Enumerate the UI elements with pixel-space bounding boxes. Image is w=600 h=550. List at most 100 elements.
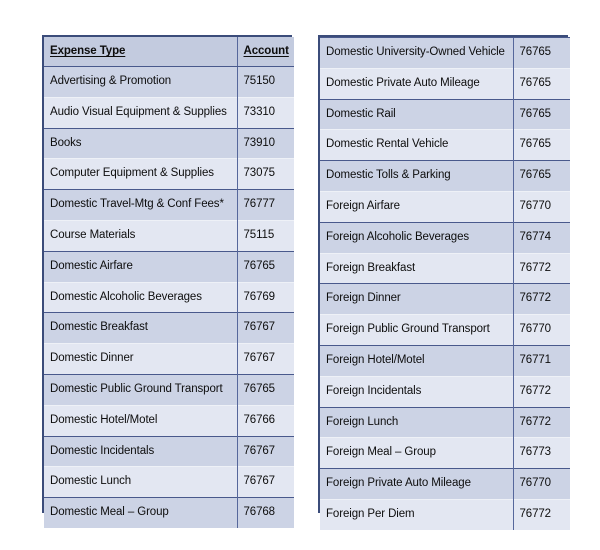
cell-account: 76770 xyxy=(512,190,570,223)
cell-expense-type: Domestic Meal – Group xyxy=(44,497,237,528)
cell-expense-type: Domestic Alcoholic Beverages xyxy=(44,281,237,313)
cell-account: 76765 xyxy=(236,250,294,283)
cell-account: 76772 xyxy=(512,498,570,530)
cell-expense-type: Foreign Per Diem xyxy=(320,498,513,530)
cell-expense-type: Domestic Lunch xyxy=(44,466,237,498)
cell-expense-type: Foreign Public Ground Transport xyxy=(320,314,513,346)
expense-table-right-grid: Domestic University-Owned Vehicle 76765 Do… xyxy=(320,37,570,530)
cell-account: 76769 xyxy=(236,281,294,313)
cell-account: 73075 xyxy=(236,158,294,190)
cell-account: 76768 xyxy=(236,497,294,528)
table-row[interactable]: Domestic Airfare 76765 xyxy=(44,250,294,283)
cell-expense-type: Books xyxy=(44,127,237,159)
expense-table-left: Expense Type Account Advertising & Promo… xyxy=(42,35,294,528)
table-row[interactable]: Domestic Dinner 76767 xyxy=(44,343,294,375)
table-body-right: Domestic University-Owned Vehicle 76765 Do… xyxy=(320,37,570,530)
table-row[interactable]: Foreign Public Ground Transport 76770 xyxy=(320,314,570,346)
cell-account: 76772 xyxy=(512,283,570,315)
cell-expense-type: Foreign Dinner xyxy=(320,283,513,315)
table-row[interactable]: Domestic Rail 76765 xyxy=(320,98,570,130)
cell-account: 76765 xyxy=(236,373,294,406)
cell-expense-type: Computer Equipment & Supplies xyxy=(44,158,237,190)
cell-account: 76767 xyxy=(236,312,294,344)
cell-expense-type: Domestic Incidentals xyxy=(44,435,237,467)
table-row[interactable]: Foreign Private Auto Mileage 76770 xyxy=(320,468,570,500)
cell-account: 76770 xyxy=(512,314,570,346)
cell-account: 76774 xyxy=(512,221,570,254)
table-row[interactable]: Domestic Public Ground Transport 76765 xyxy=(44,373,294,406)
cell-account: 73910 xyxy=(236,127,294,159)
cell-expense-type: Foreign Airfare xyxy=(320,190,513,223)
cell-account: 76772 xyxy=(512,375,570,408)
cell-expense-type: Foreign Hotel/Motel xyxy=(320,344,513,377)
table-row[interactable]: Domestic Tolls & Parking 76765 xyxy=(320,160,570,192)
cell-account: 75115 xyxy=(236,219,294,252)
table-header: Expense Type Account xyxy=(44,37,294,67)
cell-expense-type: Domestic Travel-Mtg & Conf Fees* xyxy=(44,189,237,221)
cell-expense-type: Domestic Rail xyxy=(320,98,513,130)
cell-expense-type: Foreign Breakfast xyxy=(320,252,513,284)
cell-expense-type: Domestic Private Auto Mileage xyxy=(320,67,513,100)
table-row[interactable]: Domestic Alcoholic Beverages 76769 xyxy=(44,281,294,313)
cell-expense-type: Foreign Meal – Group xyxy=(320,437,513,469)
table-row[interactable]: Domestic University-Owned Vehicle 76765 xyxy=(320,37,570,69)
table-row[interactable]: Foreign Lunch 76772 xyxy=(320,406,570,438)
table-row[interactable]: Foreign Breakfast 76772 xyxy=(320,252,570,284)
cell-expense-type: Foreign Lunch xyxy=(320,406,513,438)
cell-account: 76772 xyxy=(512,406,570,438)
table-row[interactable]: Books 73910 xyxy=(44,127,294,159)
cell-expense-type: Domestic Public Ground Transport xyxy=(44,373,237,406)
table-row[interactable]: Foreign Airfare 76770 xyxy=(320,190,570,223)
cell-account: 76767 xyxy=(236,343,294,375)
cell-account: 76765 xyxy=(512,37,570,69)
table-row[interactable]: Foreign Dinner 76772 xyxy=(320,283,570,315)
cell-account: 76765 xyxy=(512,67,570,100)
cell-account: 76777 xyxy=(236,189,294,221)
cell-account: 76773 xyxy=(512,437,570,469)
cell-expense-type: Audio Visual Equipment & Supplies xyxy=(44,96,237,129)
cell-expense-type: Domestic Airfare xyxy=(44,250,237,283)
cell-account: 76770 xyxy=(512,468,570,500)
table-body-left: Advertising & Promotion 75150 Audio Visual… xyxy=(44,66,294,528)
header-row: Expense Type Account xyxy=(44,37,294,67)
cell-account: 76767 xyxy=(236,466,294,498)
cell-expense-type: Domestic Dinner xyxy=(44,343,237,375)
cell-expense-type: Foreign Alcoholic Beverages xyxy=(320,221,513,254)
table-row[interactable]: Computer Equipment & Supplies 73075 xyxy=(44,158,294,190)
table-row[interactable]: Domestic Travel-Mtg & Conf Fees* 76777 xyxy=(44,189,294,221)
table-row[interactable]: Foreign Meal – Group 76773 xyxy=(320,437,570,469)
table-row[interactable]: Domestic Lunch 76767 xyxy=(44,466,294,498)
cell-account: 76765 xyxy=(512,160,570,192)
cell-expense-type: Domestic Breakfast xyxy=(44,312,237,344)
cell-expense-type: Domestic Rental Vehicle xyxy=(320,129,513,161)
table-row[interactable]: Domestic Hotel/Motel 76766 xyxy=(44,404,294,437)
table-row[interactable]: Domestic Rental Vehicle 76765 xyxy=(320,129,570,161)
cell-account: 76772 xyxy=(512,252,570,284)
table-row[interactable]: Foreign Hotel/Motel 76771 xyxy=(320,344,570,377)
table-row[interactable]: Advertising & Promotion 75150 xyxy=(44,66,294,98)
cell-expense-type: Domestic Tolls & Parking xyxy=(320,160,513,192)
table-row[interactable]: Domestic Private Auto Mileage 76765 xyxy=(320,67,570,100)
cell-expense-type: Foreign Incidentals xyxy=(320,375,513,408)
table-row[interactable]: Foreign Per Diem 76772 xyxy=(320,498,570,530)
cell-expense-type: Course Materials xyxy=(44,219,237,252)
cell-expense-type: Advertising & Promotion xyxy=(44,66,237,98)
expense-table-right: Domestic University-Owned Vehicle 76765 Do… xyxy=(318,35,570,530)
table-row[interactable]: Domestic Meal – Group 76768 xyxy=(44,497,294,528)
table-row[interactable]: Audio Visual Equipment & Supplies 73310 xyxy=(44,96,294,129)
cell-account: 76765 xyxy=(512,98,570,130)
cell-expense-type: Domestic Hotel/Motel xyxy=(44,404,237,437)
cell-expense-type: Domestic University-Owned Vehicle xyxy=(320,37,513,69)
cell-expense-type: Foreign Private Auto Mileage xyxy=(320,468,513,500)
cell-account: 76767 xyxy=(236,435,294,467)
cell-account: 76766 xyxy=(236,404,294,437)
document-page: Expense Type Account Advertising & Promo… xyxy=(0,0,600,550)
table-row[interactable]: Domestic Incidentals 76767 xyxy=(44,435,294,467)
table-row[interactable]: Domestic Breakfast 76767 xyxy=(44,312,294,344)
cell-account: 76765 xyxy=(512,129,570,161)
table-row[interactable]: Foreign Alcoholic Beverages 76774 xyxy=(320,221,570,254)
column-header-expense-type: Expense Type xyxy=(44,37,237,67)
table-row[interactable]: Foreign Incidentals 76772 xyxy=(320,375,570,408)
expense-table-left-grid: Expense Type Account Advertising & Promo… xyxy=(44,37,294,528)
table-row[interactable]: Course Materials 75115 xyxy=(44,219,294,252)
